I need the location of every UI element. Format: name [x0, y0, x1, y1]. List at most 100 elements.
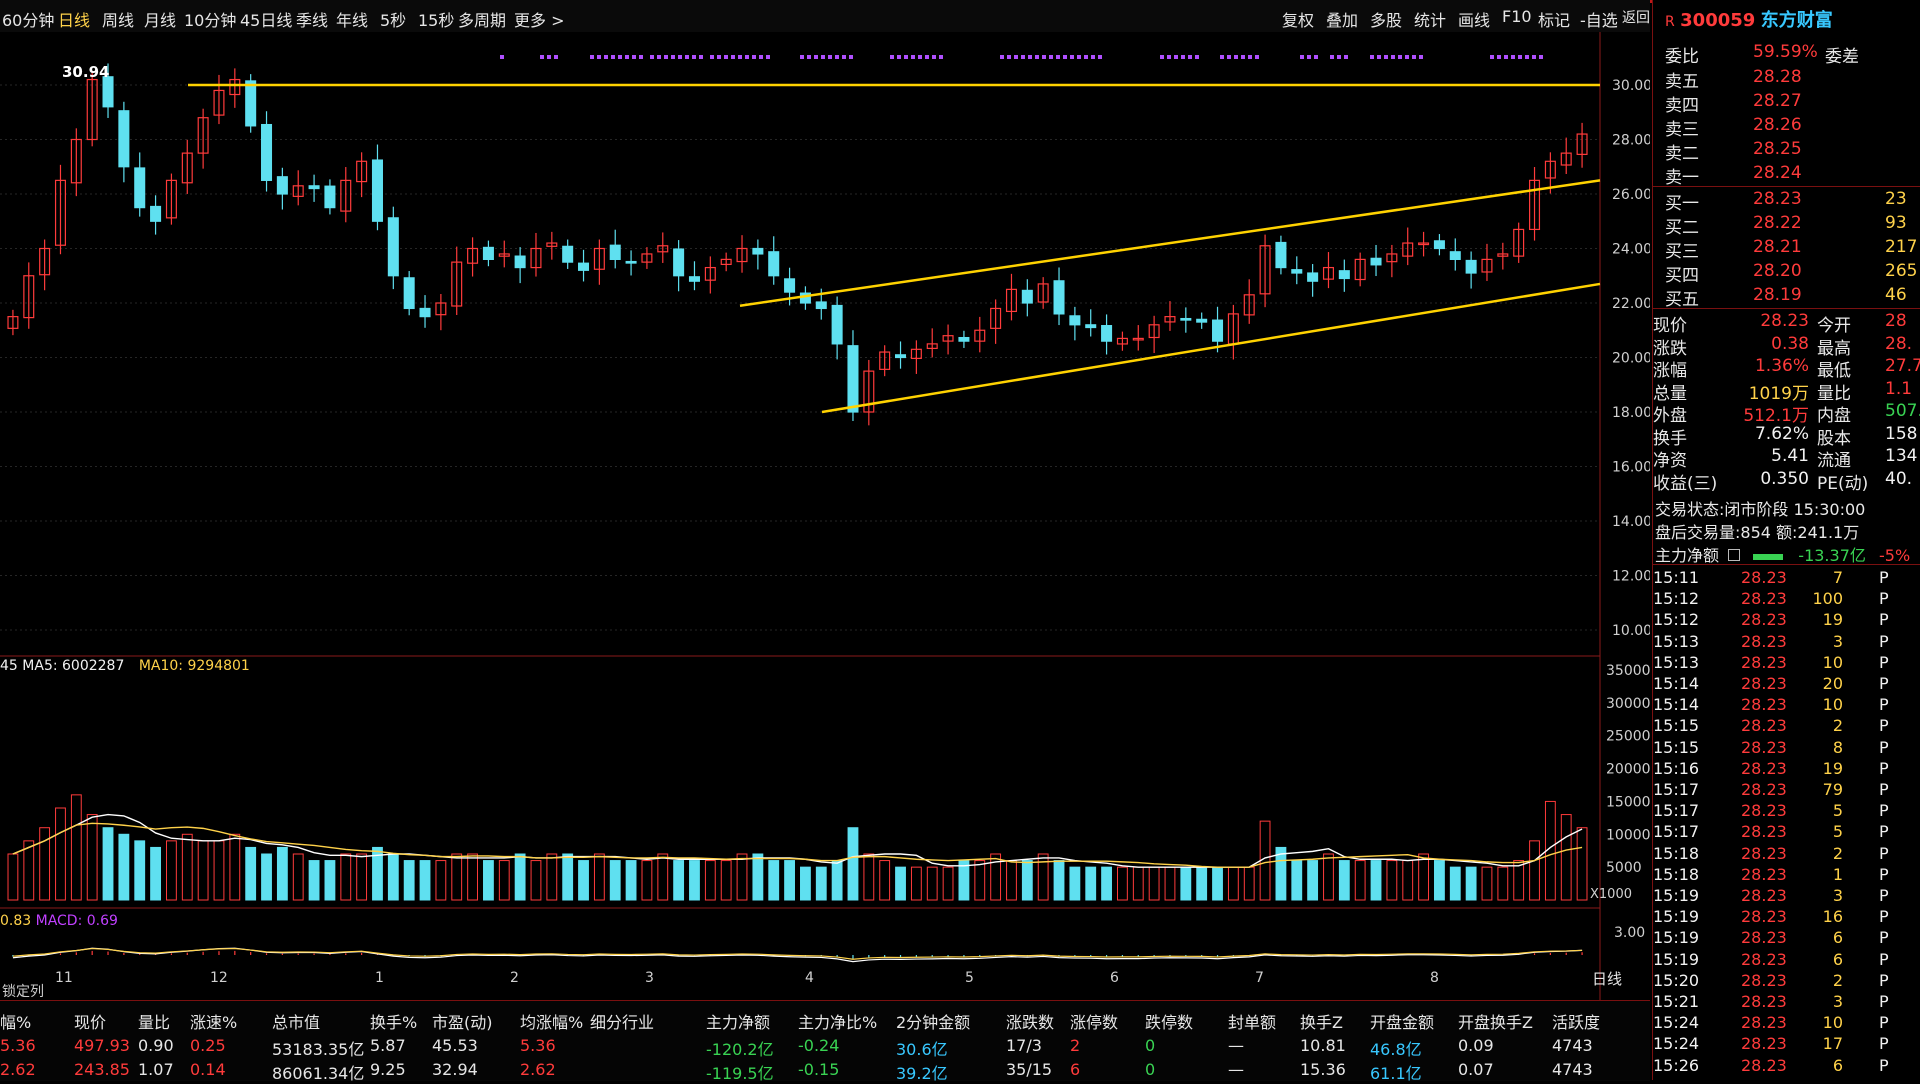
- column-header[interactable]: 开盘换手Z: [1458, 1009, 1533, 1033]
- tick-price: 28.23: [1741, 674, 1787, 693]
- period-daily[interactable]: 日线: [58, 7, 90, 31]
- tick-price: 28.23: [1741, 737, 1787, 757]
- volume-bar: [1053, 860, 1065, 901]
- column-header[interactable]: 换手Z: [1300, 1009, 1343, 1033]
- stat-value: 27.7: [1885, 356, 1920, 376]
- stat-value: 28: [1885, 311, 1907, 331]
- candle-body: [1307, 272, 1319, 282]
- period-weekly[interactable]: 周线: [102, 7, 134, 31]
- tool-watchlist-button[interactable]: -自选: [1580, 7, 1618, 31]
- tool-f10-button[interactable]: F10: [1502, 7, 1532, 26]
- candle-body: [134, 167, 146, 209]
- kline-chart[interactable]: 30.00 28.00 26.00 24.00 22.00 20.00 18.00 16.00…: [0, 32, 1650, 1037]
- period-more[interactable]: 更多 >: [514, 7, 565, 31]
- column-header[interactable]: 涨速%: [190, 1009, 237, 1033]
- stat-value: 0.38: [1771, 333, 1809, 354]
- lock-column-tab[interactable]: 锁定列: [2, 981, 44, 1001]
- event-dot: [1344, 55, 1348, 59]
- candle-body: [562, 245, 574, 263]
- column-header[interactable]: 涨跌数: [1006, 1009, 1054, 1033]
- price-tick-label: 14.00: [1612, 514, 1650, 530]
- stat-value: 134: [1885, 446, 1918, 466]
- column-header[interactable]: 活跃度: [1552, 1009, 1600, 1033]
- ask-level-label: 卖四: [1665, 96, 1699, 116]
- tick-volume: 2: [1832, 716, 1843, 736]
- bid-level-price: 28.20: [1753, 261, 1802, 281]
- event-dot: [1007, 55, 1011, 59]
- main-flow-bar: [1753, 553, 1784, 560]
- period-multi[interactable]: 多周期: [458, 7, 506, 31]
- period-year[interactable]: 年线: [336, 7, 368, 31]
- table-cell: 0: [1145, 1060, 1156, 1079]
- candle-body: [403, 277, 415, 310]
- tool-back-button[interactable]: 返回: [1622, 7, 1650, 27]
- volume-bar: [150, 846, 161, 901]
- column-header[interactable]: 涨停数: [1070, 1009, 1118, 1033]
- event-dot: [1227, 55, 1231, 59]
- candle-body: [387, 217, 399, 277]
- column-header[interactable]: 开盘金额: [1370, 1009, 1434, 1033]
- period-5s[interactable]: 5秒: [380, 7, 406, 31]
- column-header[interactable]: 市盈(动): [432, 1009, 493, 1033]
- tool-overlay-button[interactable]: 叠加: [1326, 7, 1358, 31]
- event-dot: [1300, 55, 1304, 59]
- stat-label: 总量: [1653, 383, 1687, 404]
- column-header[interactable]: 主力净额: [706, 1009, 770, 1033]
- price-tick-label: 12.00: [1612, 569, 1650, 585]
- tick-flag: P: [1879, 928, 1889, 948]
- tick-volume: 7: [1832, 568, 1843, 587]
- tick-price: 28.23: [1741, 610, 1787, 630]
- candle-body: [625, 260, 637, 264]
- column-header[interactable]: 2分钟金额: [896, 1009, 970, 1033]
- tool-mark-button[interactable]: 标记: [1538, 7, 1570, 31]
- period-45day[interactable]: 45日线: [240, 7, 292, 31]
- column-header[interactable]: 现价: [74, 1009, 106, 1033]
- event-dot: [918, 55, 922, 59]
- column-header[interactable]: 量比: [138, 1009, 170, 1033]
- event-dot: [849, 55, 853, 59]
- table-cell: 0.25: [190, 1036, 226, 1055]
- tool-draw-button[interactable]: 画线: [1458, 7, 1490, 31]
- ask-level-price: 28.26: [1753, 115, 1802, 135]
- candle-body: [958, 336, 970, 342]
- tick-time: 15:17: [1653, 780, 1700, 799]
- high-price-label: 30.94: [62, 63, 109, 81]
- tool-stats-button[interactable]: 统计: [1414, 7, 1446, 31]
- column-header[interactable]: 跌停数: [1145, 1009, 1193, 1033]
- period-quarter[interactable]: 季线: [296, 7, 328, 31]
- event-dot: [1398, 55, 1402, 59]
- order-ratio-label: 委比: [1665, 47, 1699, 67]
- table-cell: 0.14: [190, 1060, 226, 1079]
- tick-flag: P: [1879, 716, 1889, 736]
- column-header[interactable]: 总市值: [272, 1009, 320, 1033]
- main-flow-checkbox[interactable]: [1728, 549, 1741, 561]
- column-header[interactable]: 换手%: [370, 1009, 417, 1033]
- tool-adjust-button[interactable]: 复权: [1282, 7, 1314, 31]
- event-dot: [731, 55, 735, 59]
- tick-price: 28.23: [1741, 631, 1787, 651]
- period-60min[interactable]: 60分钟: [2, 7, 54, 31]
- tick-volume: 10: [1822, 652, 1843, 672]
- ask-level-price: 28.27: [1753, 91, 1802, 111]
- period-monthly[interactable]: 月线: [144, 7, 176, 31]
- column-header[interactable]: 均涨幅%: [520, 1009, 583, 1033]
- volume-bar: [689, 860, 700, 901]
- column-header[interactable]: 主力净比%: [798, 1009, 877, 1033]
- stat-label: 涨幅: [1653, 361, 1687, 381]
- volume-bar: [245, 846, 257, 901]
- macd-legend: 0.83 MACD: 0.69: [0, 913, 118, 929]
- column-header[interactable]: 封单额: [1228, 1009, 1276, 1033]
- tick-volume: 100: [1812, 589, 1843, 609]
- tool-multistock-button[interactable]: 多股: [1370, 7, 1402, 31]
- table-cell: 6: [1070, 1060, 1081, 1079]
- candle-body: [1338, 270, 1350, 280]
- column-header[interactable]: 幅%: [0, 1009, 31, 1033]
- table-cell: —: [1228, 1060, 1244, 1079]
- tick-volume: 8: [1832, 737, 1843, 757]
- volume-bar: [419, 860, 431, 901]
- bid-level-label: 买五: [1665, 290, 1699, 310]
- column-header[interactable]: 细分行业: [590, 1009, 654, 1033]
- period-10min[interactable]: 10分钟: [184, 7, 236, 31]
- trade-status: 交易状态:闭市阶段 15:30:00: [1655, 500, 1866, 519]
- period-15s[interactable]: 15秒: [418, 7, 454, 31]
